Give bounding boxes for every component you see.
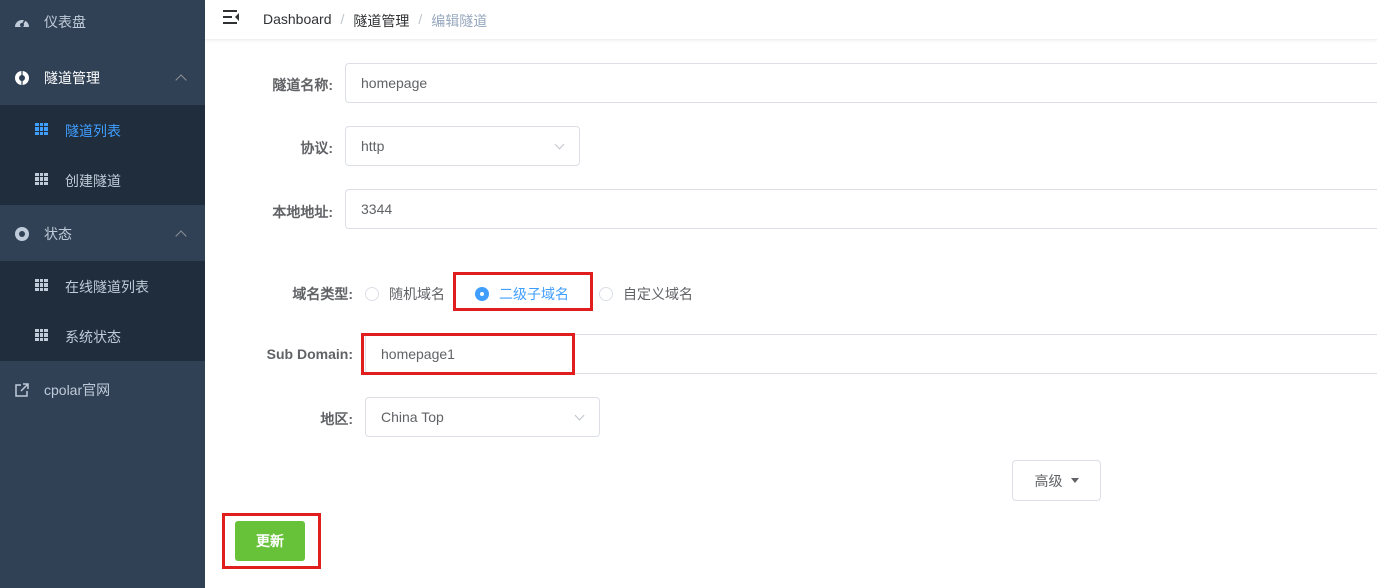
- sidebar-item-tunnel-list[interactable]: 隧道列表: [0, 105, 205, 155]
- sidebar-item-label: 状态: [44, 226, 72, 242]
- grid-icon: [35, 173, 48, 186]
- local-address-input[interactable]: 3344: [345, 189, 1377, 229]
- sidebar: 仪表盘 隧道管理 隧道列表 创建隧道 状态 在线隧道列表 系统状态 cpolar…: [0, 0, 205, 588]
- tunnel-name-input[interactable]: homepage: [345, 63, 1377, 103]
- chevron-down-icon: [554, 139, 565, 150]
- grid-icon: [35, 123, 48, 136]
- chevron-up-icon: [175, 74, 187, 86]
- protocol-select[interactable]: http: [345, 126, 580, 166]
- sidebar-item-label: 创建隧道: [65, 173, 121, 189]
- tunnel-name-value: homepage: [361, 75, 428, 91]
- breadcrumb-edit-tunnel: 编辑隧道: [431, 13, 488, 29]
- chevron-up-icon: [175, 230, 187, 242]
- radio-label: 自定义域名: [623, 286, 693, 302]
- sidebar-item-label: 仪表盘: [44, 14, 86, 30]
- external-link-icon: [14, 382, 30, 398]
- tunnel-name-label: 隧道名称:: [272, 77, 333, 93]
- status-icon: [14, 226, 30, 242]
- navbar: Dashboard / 隧道管理 / 编辑隧道: [205, 0, 1377, 40]
- sidebar-item-label: 系统状态: [65, 329, 121, 345]
- region-value: China Top: [381, 409, 444, 425]
- sub-domain-label: Sub Domain:: [266, 346, 353, 362]
- sidebar-item-label: 在线隧道列表: [65, 279, 149, 295]
- radio-circle-icon: [599, 287, 613, 301]
- radio-circle-icon: [365, 287, 379, 301]
- highlight-box-sub-domain: [361, 333, 575, 375]
- dashboard-icon: [14, 14, 30, 30]
- region-label: 地区:: [320, 411, 353, 427]
- highlight-box-update-button: [222, 513, 321, 569]
- caret-down-icon: [1070, 478, 1079, 483]
- breadcrumb-tunnel-management[interactable]: 隧道管理: [353, 11, 409, 31]
- protocol-value: http: [361, 138, 385, 154]
- sidebar-item-system-status[interactable]: 系统状态: [0, 311, 205, 361]
- domain-type-label: 域名类型:: [292, 286, 353, 302]
- breadcrumb-separator: /: [340, 11, 345, 27]
- sidebar-item-status[interactable]: 状态: [0, 206, 205, 262]
- sidebar-item-label: cpolar官网: [44, 382, 111, 398]
- sidebar-item-label: 隧道管理: [44, 70, 100, 86]
- sidebar-item-dashboard[interactable]: 仪表盘: [0, 0, 205, 50]
- chevron-down-icon: [574, 410, 585, 421]
- sidebar-item-label: 隧道列表: [65, 123, 121, 139]
- radio-label: 随机域名: [389, 286, 445, 302]
- sidebar-item-tunnel-management[interactable]: 隧道管理: [0, 50, 205, 106]
- advanced-button-label: 高级: [1034, 472, 1063, 489]
- breadcrumb-separator: /: [418, 11, 423, 27]
- local-address-label: 本地地址:: [272, 204, 333, 220]
- hamburger-icon[interactable]: [223, 10, 239, 24]
- protocol-label: 协议:: [300, 140, 333, 156]
- tunnel-icon: [14, 70, 30, 86]
- local-address-value: 3344: [361, 201, 393, 217]
- radio-custom-domain[interactable]: 自定义域名: [599, 284, 693, 304]
- breadcrumb: Dashboard / 隧道管理 / 编辑隧道: [263, 11, 487, 31]
- grid-icon: [35, 279, 48, 292]
- region-select[interactable]: China Top: [365, 397, 600, 437]
- sidebar-item-create-tunnel[interactable]: 创建隧道: [0, 155, 205, 205]
- grid-icon: [35, 329, 48, 342]
- breadcrumb-dashboard[interactable]: Dashboard: [263, 11, 332, 31]
- sidebar-item-cpolar-site[interactable]: cpolar官网: [0, 362, 205, 418]
- highlight-box-subdomain-option: [453, 272, 593, 311]
- radio-random-domain[interactable]: 随机域名: [365, 284, 445, 304]
- sidebar-item-online-tunnels[interactable]: 在线隧道列表: [0, 261, 205, 311]
- advanced-button[interactable]: 高级: [1012, 460, 1101, 501]
